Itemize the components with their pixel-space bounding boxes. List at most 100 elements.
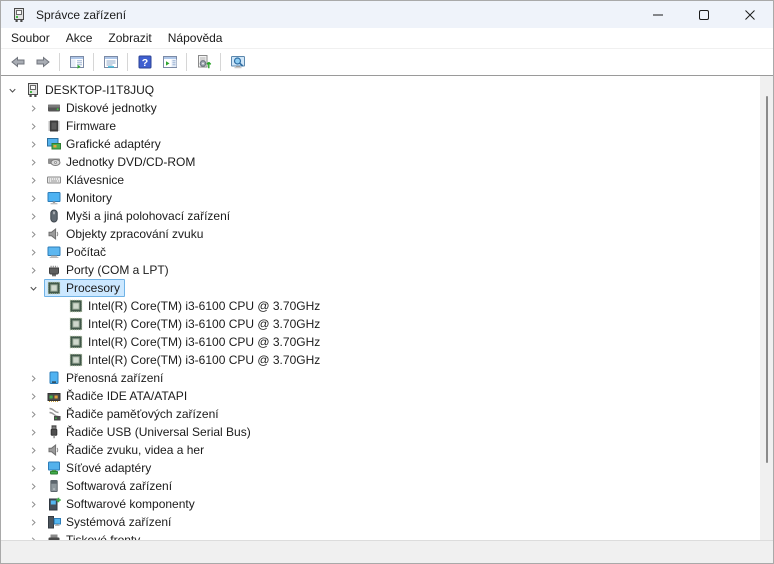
tree-item[interactable]: Systémová zařízení: [1, 513, 760, 531]
tree-item-node[interactable]: Softwarové komponenty: [44, 495, 200, 513]
chevron-right-icon[interactable]: [26, 496, 44, 512]
tree-item-node[interactable]: Monitory: [44, 189, 117, 207]
tree-item-node[interactable]: Firmware: [44, 117, 121, 135]
processor-icon: [68, 316, 84, 332]
tree-item-node[interactable]: Grafické adaptéry: [44, 135, 166, 153]
tree-item[interactable]: Objekty zpracování zvuku: [1, 225, 760, 243]
chevron-right-icon[interactable]: [26, 442, 44, 458]
display-adapter-icon: [46, 136, 62, 152]
tree-item[interactable]: Intel(R) Core(TM) i3-6100 CPU @ 3.70GHz: [1, 297, 760, 315]
scrollbar-thumb[interactable]: [766, 96, 768, 463]
tree-item[interactable]: Řadiče zvuku, videa a her: [1, 441, 760, 459]
tree-item-node[interactable]: Řadiče IDE ATA/ATAPI: [44, 387, 192, 405]
tree-item-node[interactable]: Softwarová zařízení: [44, 477, 177, 495]
close-button[interactable]: [727, 1, 773, 28]
tree-item-node[interactable]: Síťové adaptéry: [44, 459, 156, 477]
tree-item-node[interactable]: Řadiče USB (Universal Serial Bus): [44, 423, 256, 441]
tree-item-node[interactable]: Intel(R) Core(TM) i3-6100 CPU @ 3.70GHz: [66, 351, 325, 369]
chevron-right-icon[interactable]: [26, 172, 44, 188]
tree-item-selected[interactable]: Procesory: [44, 279, 125, 297]
tree-item[interactable]: Intel(R) Core(TM) i3-6100 CPU @ 3.70GHz: [1, 351, 760, 369]
menu-item-napoveda[interactable]: Nápověda: [160, 31, 231, 45]
tree-item[interactable]: Softwarové komponenty: [1, 495, 760, 513]
tree-item-node[interactable]: Počítač: [44, 243, 111, 261]
properties-button[interactable]: [98, 51, 123, 73]
chevron-right-icon[interactable]: [26, 208, 44, 224]
chevron-right-icon[interactable]: [26, 388, 44, 404]
scan-hardware-changes-button[interactable]: [191, 51, 216, 73]
back-button[interactable]: [5, 51, 30, 73]
tree-item[interactable]: Myši a jiná polohovací zařízení: [1, 207, 760, 225]
menu-item-zobrazit[interactable]: Zobrazit: [100, 31, 159, 45]
tree-item[interactable]: Řadiče USB (Universal Serial Bus): [1, 423, 760, 441]
chevron-down-icon[interactable]: [26, 280, 44, 296]
disk-drive-icon: [46, 100, 62, 116]
tree-item-label: Intel(R) Core(TM) i3-6100 CPU @ 3.70GHz: [88, 316, 320, 332]
tree-item-node[interactable]: Myši a jiná polohovací zařízení: [44, 207, 235, 225]
tree-item-node[interactable]: Porty (COM a LPT): [44, 261, 174, 279]
chevron-right-icon[interactable]: [26, 514, 44, 530]
chevron-right-icon[interactable]: [26, 118, 44, 134]
chevron-right-icon[interactable]: [26, 154, 44, 170]
maximize-button[interactable]: [681, 1, 727, 28]
tree-item[interactable]: Monitory: [1, 189, 760, 207]
chevron-right-icon[interactable]: [26, 262, 44, 278]
tree-item[interactable]: Klávesnice: [1, 171, 760, 189]
tree-item-node[interactable]: DESKTOP-I1T8JUQ: [23, 81, 159, 99]
tree-item-label: Procesory: [66, 280, 120, 296]
software-device-icon: [46, 478, 62, 494]
tree-item[interactable]: Softwarová zařízení: [1, 477, 760, 495]
tree-item[interactable]: Porty (COM a LPT): [1, 261, 760, 279]
tree-item-node[interactable]: Intel(R) Core(TM) i3-6100 CPU @ 3.70GHz: [66, 297, 325, 315]
window-title: Správce zařízení: [36, 8, 126, 22]
forward-button[interactable]: [30, 51, 55, 73]
chevron-right-icon[interactable]: [26, 100, 44, 116]
tree-item[interactable]: Řadiče IDE ATA/ATAPI: [1, 387, 760, 405]
menu-item-soubor[interactable]: Soubor: [3, 31, 58, 45]
tree-item[interactable]: Grafické adaptéry: [1, 135, 760, 153]
tree-item-node[interactable]: Intel(R) Core(TM) i3-6100 CPU @ 3.70GHz: [66, 315, 325, 333]
tree-item[interactable]: Řadiče paměťových zařízení: [1, 405, 760, 423]
tree-item-node[interactable]: Intel(R) Core(TM) i3-6100 CPU @ 3.70GHz: [66, 333, 325, 351]
chevron-right-icon[interactable]: [26, 136, 44, 152]
menu-item-akce[interactable]: Akce: [58, 31, 101, 45]
chevron-right-icon[interactable]: [26, 190, 44, 206]
tree-item-node[interactable]: Objekty zpracování zvuku: [44, 225, 208, 243]
tree-item-node[interactable]: Klávesnice: [44, 171, 129, 189]
tree-item[interactable]: Diskové jednotky: [1, 99, 760, 117]
chevron-down-icon[interactable]: [5, 82, 23, 98]
tree-item[interactable]: Tiskové fronty: [1, 531, 760, 540]
tree-item-node[interactable]: Jednotky DVD/CD-ROM: [44, 153, 200, 171]
chevron-right-icon[interactable]: [26, 226, 44, 242]
tree-item[interactable]: Procesory: [1, 279, 760, 297]
tree-item[interactable]: Intel(R) Core(TM) i3-6100 CPU @ 3.70GHz: [1, 315, 760, 333]
show-console-tree-button[interactable]: [64, 51, 89, 73]
chevron-right-icon[interactable]: [26, 532, 44, 540]
tree-item-node[interactable]: Přenosná zařízení: [44, 369, 168, 387]
tree-item-node[interactable]: Systémová zařízení: [44, 513, 176, 531]
chevron-right-icon[interactable]: [26, 460, 44, 476]
chevron-right-icon[interactable]: [26, 424, 44, 440]
tree-item-node[interactable]: Diskové jednotky: [44, 99, 162, 117]
toolbar: ?: [1, 49, 773, 76]
vertical-scrollbar[interactable]: [760, 76, 773, 540]
chevron-right-icon[interactable]: [26, 370, 44, 386]
tree-item-node[interactable]: Řadiče zvuku, videa a her: [44, 441, 209, 459]
tree-item[interactable]: Počítač: [1, 243, 760, 261]
tree-item[interactable]: Intel(R) Core(TM) i3-6100 CPU @ 3.70GHz: [1, 333, 760, 351]
show-action-pane-button[interactable]: [157, 51, 182, 73]
chevron-right-icon[interactable]: [26, 406, 44, 422]
help-button[interactable]: ?: [132, 51, 157, 73]
chevron-right-icon[interactable]: [26, 244, 44, 260]
tree-item[interactable]: Firmware: [1, 117, 760, 135]
tree-item[interactable]: DESKTOP-I1T8JUQ: [1, 81, 760, 99]
tree-item-label: Řadiče zvuku, videa a her: [66, 442, 204, 458]
tree-item[interactable]: Jednotky DVD/CD-ROM: [1, 153, 760, 171]
minimize-button[interactable]: [635, 1, 681, 28]
chevron-right-icon[interactable]: [26, 478, 44, 494]
tree-item-node[interactable]: Řadiče paměťových zařízení: [44, 405, 224, 423]
tree-item-node[interactable]: Tiskové fronty: [44, 531, 145, 540]
tree-item[interactable]: Přenosná zařízení: [1, 369, 760, 387]
tree-item[interactable]: Síťové adaptéry: [1, 459, 760, 477]
devices-search-button[interactable]: [225, 51, 250, 73]
